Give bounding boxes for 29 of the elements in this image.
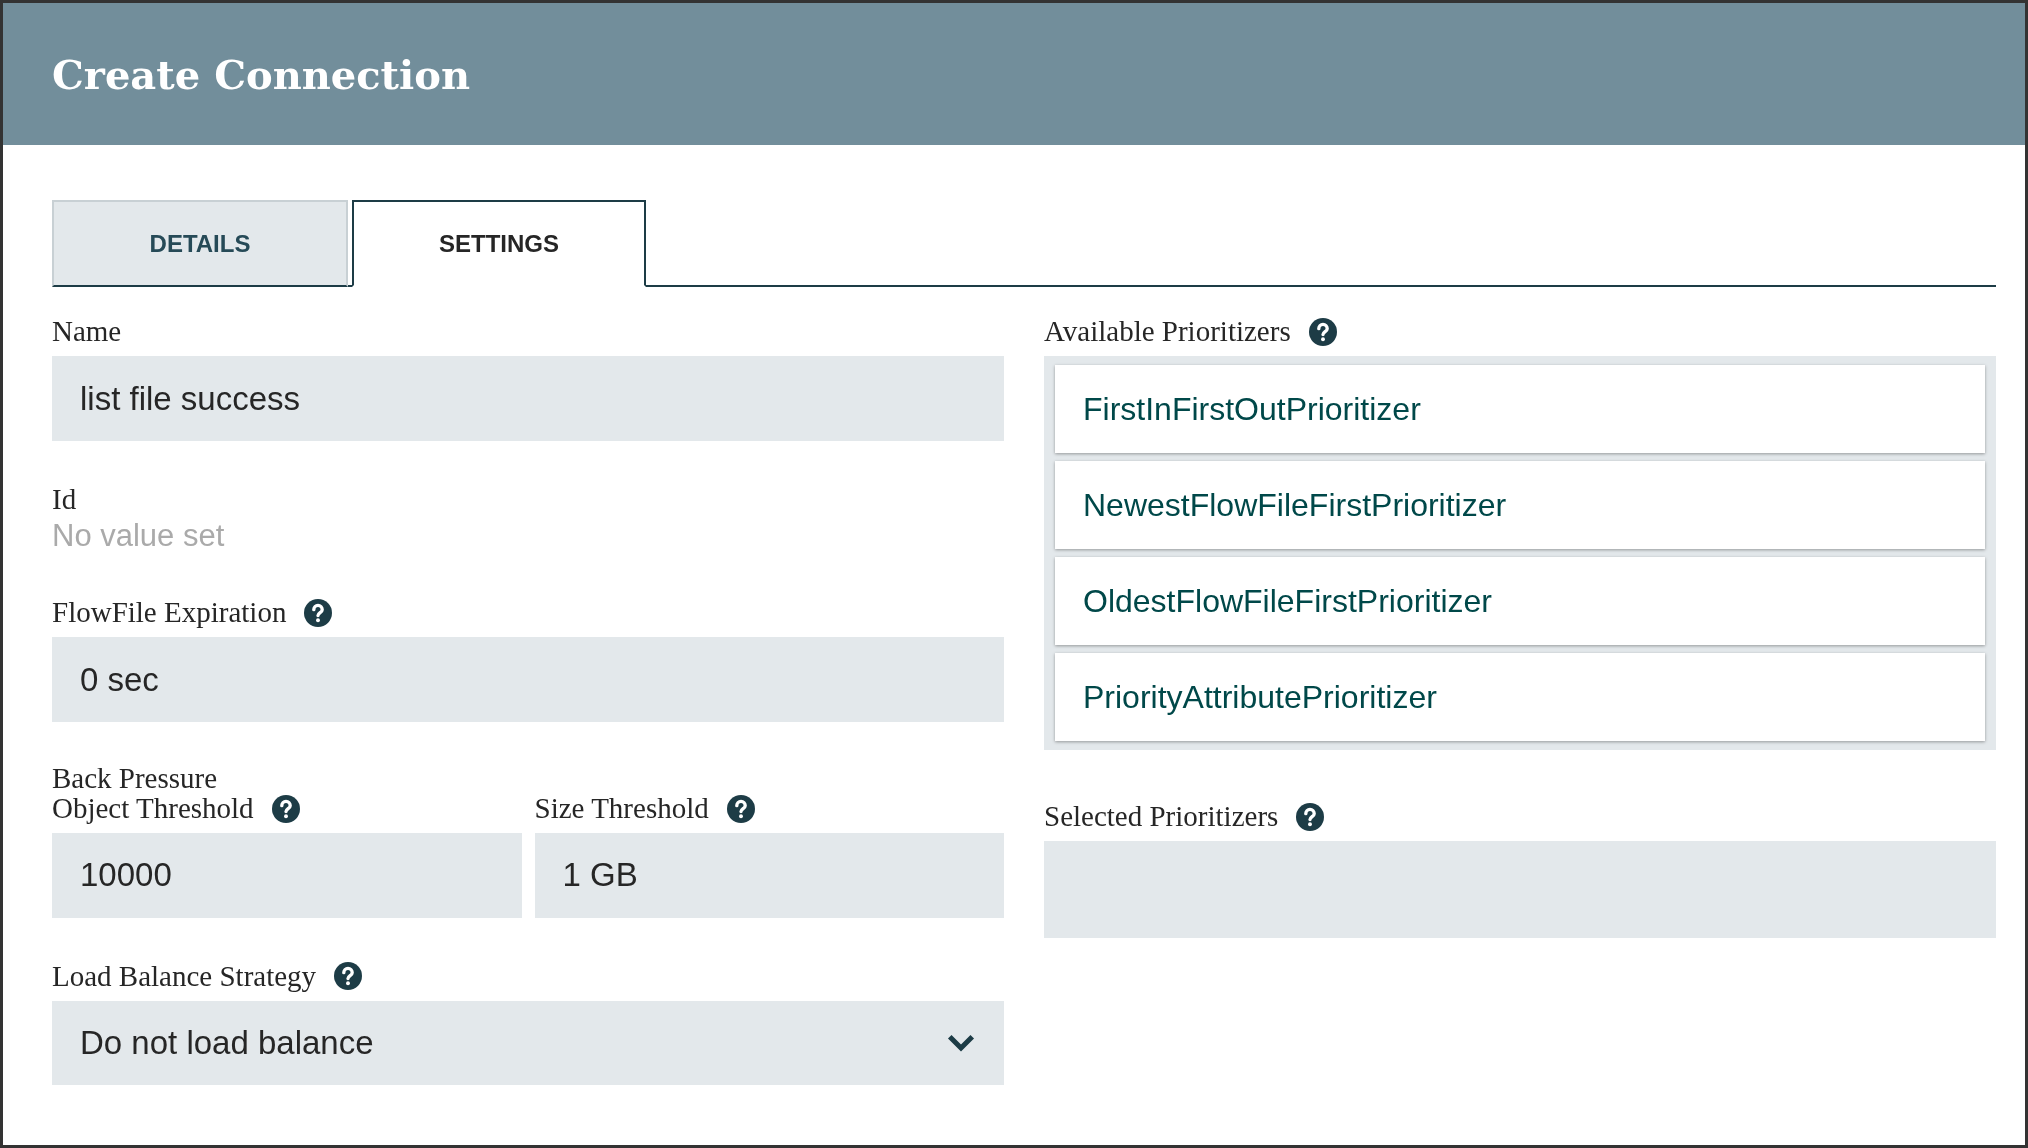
- prioritizer-item[interactable]: OldestFlowFileFirstPrioritizer: [1055, 557, 1985, 645]
- id-value: No value set: [52, 518, 226, 554]
- prioritizer-item[interactable]: PriorityAttributePrioritizer: [1055, 653, 1985, 741]
- field-label: Object Threshold: [52, 793, 254, 825]
- dialog-title: Create Connection: [52, 50, 471, 98]
- name-input-field[interactable]: list file success: [52, 356, 1004, 441]
- help-icon[interactable]: [334, 962, 363, 991]
- prioritizer-item[interactable]: FirstInFirstOutPrioritizer: [1055, 365, 1985, 453]
- tab[interactable]: DETAILS: [52, 200, 348, 287]
- help-icon[interactable]: [726, 794, 755, 823]
- load-balance-dropdown[interactable]: Do not load balance: [52, 1000, 1004, 1085]
- object-threshold-input-field[interactable]: 10000: [52, 832, 522, 918]
- field-label: Id: [52, 483, 77, 516]
- expiration-input-field[interactable]: 0 sec: [52, 637, 1004, 722]
- field-label: Size Threshold: [534, 793, 709, 825]
- help-icon[interactable]: [1296, 802, 1325, 831]
- field-label: Back Pressure: [52, 764, 218, 793]
- help-icon[interactable]: [304, 598, 333, 627]
- prioritizer-item[interactable]: NewestFlowFileFirstPrioritizer: [1055, 461, 1985, 549]
- field-label: Load Balance Strategy: [52, 959, 317, 993]
- field-label: FlowFile Expiration: [52, 596, 287, 629]
- field-label: Selected Prioritizers: [1044, 800, 1279, 833]
- tab[interactable]: SETTINGS: [352, 200, 646, 287]
- field-label: Name: [52, 315, 122, 348]
- field-label: Available Prioritizers: [1044, 315, 1291, 348]
- chevron-down-icon: [946, 1032, 976, 1053]
- help-icon[interactable]: [271, 794, 300, 823]
- help-icon[interactable]: [1308, 317, 1337, 346]
- size-threshold-input-field[interactable]: 1 GB: [534, 832, 1004, 918]
